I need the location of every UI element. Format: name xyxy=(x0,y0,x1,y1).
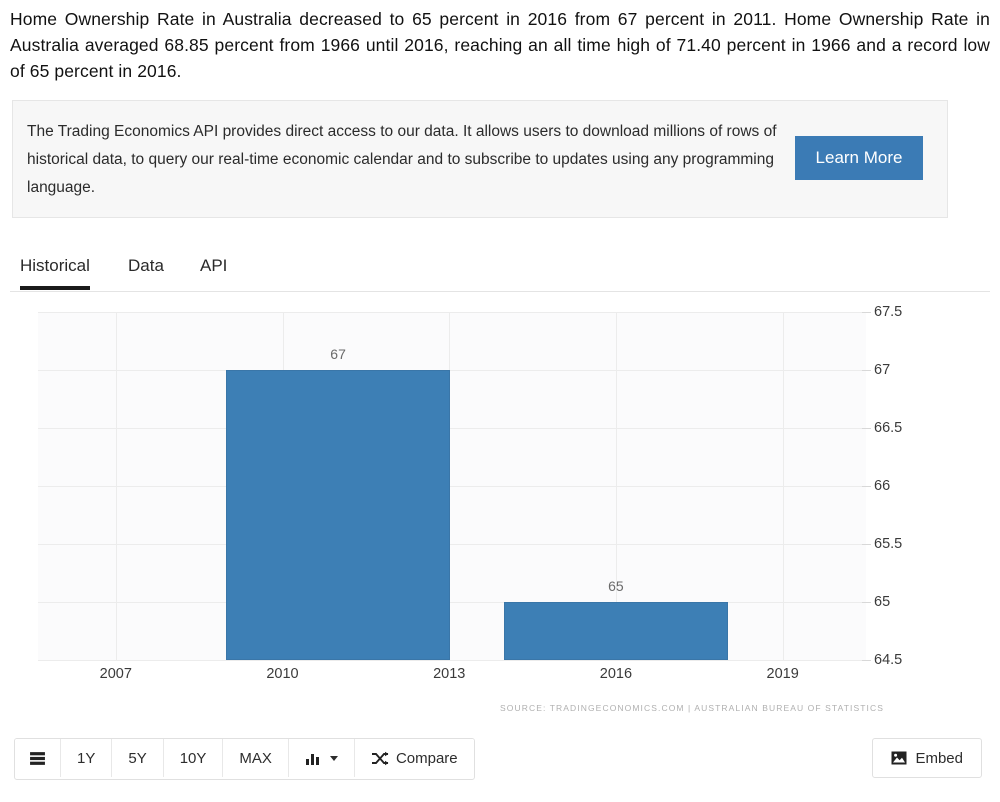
range-1y-button[interactable]: 1Y xyxy=(61,739,113,777)
embed-label: Embed xyxy=(915,749,963,767)
gridline-horizontal xyxy=(38,602,866,603)
gridline-horizontal xyxy=(38,370,866,371)
gridline-horizontal xyxy=(38,428,866,429)
x-axis-tick-label: 2007 xyxy=(99,666,132,682)
gridline-horizontal xyxy=(38,312,866,313)
y-axis-tick-label: 66 xyxy=(874,478,891,494)
tab-bar: Historical Data API xyxy=(10,248,990,292)
compare-label: Compare xyxy=(395,749,458,767)
api-promo-box: The Trading Economics API provides direc… xyxy=(12,100,948,218)
gridline-horizontal xyxy=(38,544,866,545)
chart-type-button[interactable] xyxy=(288,739,355,777)
chart-source-attribution: SOURCE: TRADINGECONOMICS.COM | AUSTRALIA… xyxy=(500,703,884,713)
range-5y-button[interactable]: 5Y xyxy=(112,739,164,777)
y-axis-tick-label: 65 xyxy=(874,594,891,610)
x-axis-tick-label: 2010 xyxy=(266,666,299,682)
chart-toolbar: 1Y 5Y 10Y MAX Compare xyxy=(14,738,475,780)
chart-bar[interactable] xyxy=(226,370,451,660)
y-axis-tick-label: 67.5 xyxy=(874,304,903,320)
tab-api[interactable]: API xyxy=(200,248,227,290)
gridline-horizontal xyxy=(38,660,866,661)
y-axis-tick-label: 67 xyxy=(874,362,891,378)
bar-chart-icon xyxy=(305,751,321,766)
y-axis-tick-mark xyxy=(862,544,871,545)
tab-data[interactable]: Data xyxy=(128,248,164,290)
learn-more-button[interactable]: Learn More xyxy=(795,136,923,180)
y-axis-tick-label: 65.5 xyxy=(874,536,903,552)
shuffle-icon xyxy=(371,751,389,766)
x-axis-tick-label: 2013 xyxy=(433,666,466,682)
compare-button[interactable]: Compare xyxy=(354,739,474,777)
chevron-down-icon xyxy=(329,755,338,761)
tab-historical[interactable]: Historical xyxy=(20,248,90,290)
embed-button[interactable]: Embed xyxy=(872,738,982,778)
image-icon xyxy=(891,751,907,765)
y-axis-tick-mark xyxy=(862,428,871,429)
y-axis-tick-label: 64.5 xyxy=(874,652,903,668)
bar-value-label: 65 xyxy=(608,578,624,594)
api-promo-text: The Trading Economics API provides direc… xyxy=(27,123,777,196)
range-10y-button[interactable]: 10Y xyxy=(163,739,224,777)
y-axis-tick-mark xyxy=(862,370,871,371)
x-axis-tick-label: 2019 xyxy=(766,666,799,682)
y-axis-tick-mark xyxy=(862,486,871,487)
gridline-horizontal xyxy=(38,486,866,487)
home-ownership-chart[interactable]: 67.5 67 66.5 66 65.5 65 64.5 2007 2010 2013 2016 20… xyxy=(0,296,1000,726)
x-axis-tick-label: 2016 xyxy=(599,666,633,682)
range-max-button[interactable]: MAX xyxy=(223,739,289,777)
gridline-vertical xyxy=(782,312,784,660)
chart-bar[interactable] xyxy=(503,602,728,660)
list-icon xyxy=(29,750,46,767)
y-axis-tick-mark xyxy=(862,312,871,313)
summary-paragraph: Home Ownership Rate in Australia decreas… xyxy=(10,9,990,81)
chart-plot-area xyxy=(38,312,866,661)
list-view-button[interactable] xyxy=(15,739,61,777)
y-axis-tick-label: 66.5 xyxy=(874,420,903,436)
y-axis-tick-mark xyxy=(862,602,871,603)
y-axis-tick-mark xyxy=(862,660,871,661)
gridline-vertical xyxy=(115,312,117,660)
bar-value-label: 67 xyxy=(330,346,346,362)
